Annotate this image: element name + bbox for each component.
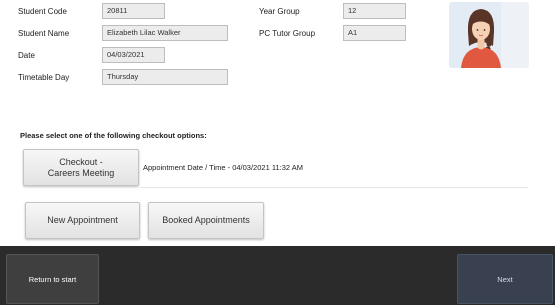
footer-bar: Return to start Next bbox=[0, 246, 555, 305]
option-divider bbox=[140, 187, 528, 188]
student-avatar-icon bbox=[449, 2, 529, 68]
timetable-day-label: Timetable Day bbox=[18, 73, 70, 82]
timetable-day-field: Thursday bbox=[102, 69, 228, 85]
student-code-field: 20811 bbox=[102, 3, 165, 19]
checkout-careers-meeting-button[interactable]: Checkout - Careers Meeting bbox=[23, 149, 139, 186]
year-group-label: Year Group bbox=[259, 7, 300, 16]
next-button[interactable]: Next bbox=[457, 254, 553, 304]
student-code-label: Student Code bbox=[18, 7, 67, 16]
new-appointment-button[interactable]: New Appointment bbox=[25, 202, 140, 239]
return-to-start-button[interactable]: Return to start bbox=[6, 254, 99, 304]
booked-appointments-button[interactable]: Booked Appointments bbox=[148, 202, 264, 239]
year-group-field: 12 bbox=[343, 3, 406, 19]
student-name-label: Student Name bbox=[18, 29, 70, 38]
checkout-prompt: Please select one of the following check… bbox=[20, 131, 207, 140]
date-label: Date bbox=[18, 51, 35, 60]
appointment-datetime-text: Appointment Date / Time - 04/03/2021 11:… bbox=[143, 163, 303, 172]
student-photo bbox=[449, 2, 529, 68]
date-field: 04/03/2021 bbox=[102, 47, 165, 63]
tutor-group-label: PC Tutor Group bbox=[259, 29, 316, 38]
tutor-group-field: A1 bbox=[343, 25, 406, 41]
student-name-field: Elizabeth Lilac Walker bbox=[102, 25, 228, 41]
